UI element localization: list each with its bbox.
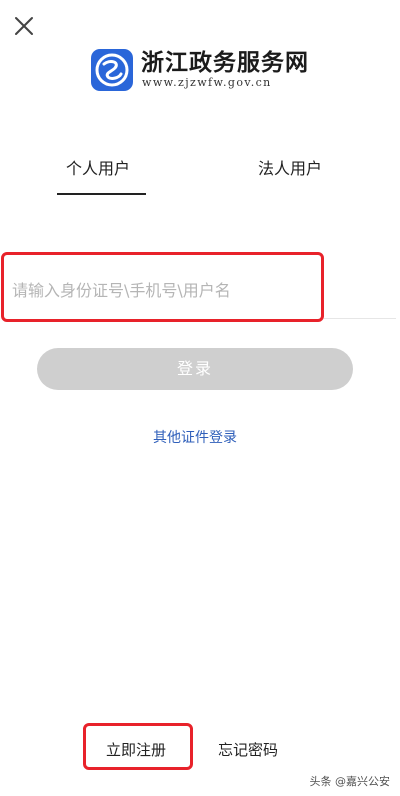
other-certificate-login-link[interactable]: 其他证件登录 (0, 428, 390, 448)
tab-legal-user[interactable]: 法人用户 (258, 158, 322, 180)
site-name: 浙江政务服务网 (141, 49, 309, 76)
close-button[interactable] (12, 14, 36, 38)
input-highlight-box (1, 252, 324, 322)
watermark: 头条 @嘉兴公安 (309, 775, 391, 788)
forgot-password-link[interactable]: 忘记密码 (218, 740, 278, 760)
register-link[interactable]: 立即注册 (106, 740, 166, 760)
input-divider (324, 318, 396, 319)
active-tab-indicator (57, 193, 146, 195)
site-logo: 浙江政务服务网 www.zjzwfw.gov.cn (91, 49, 321, 91)
login-button[interactable]: 登录 (37, 348, 353, 390)
site-url: www.zjzwfw.gov.cn (142, 76, 272, 89)
tab-personal-user[interactable]: 个人用户 (66, 158, 130, 180)
logo-icon (91, 49, 133, 91)
close-icon (15, 17, 33, 35)
